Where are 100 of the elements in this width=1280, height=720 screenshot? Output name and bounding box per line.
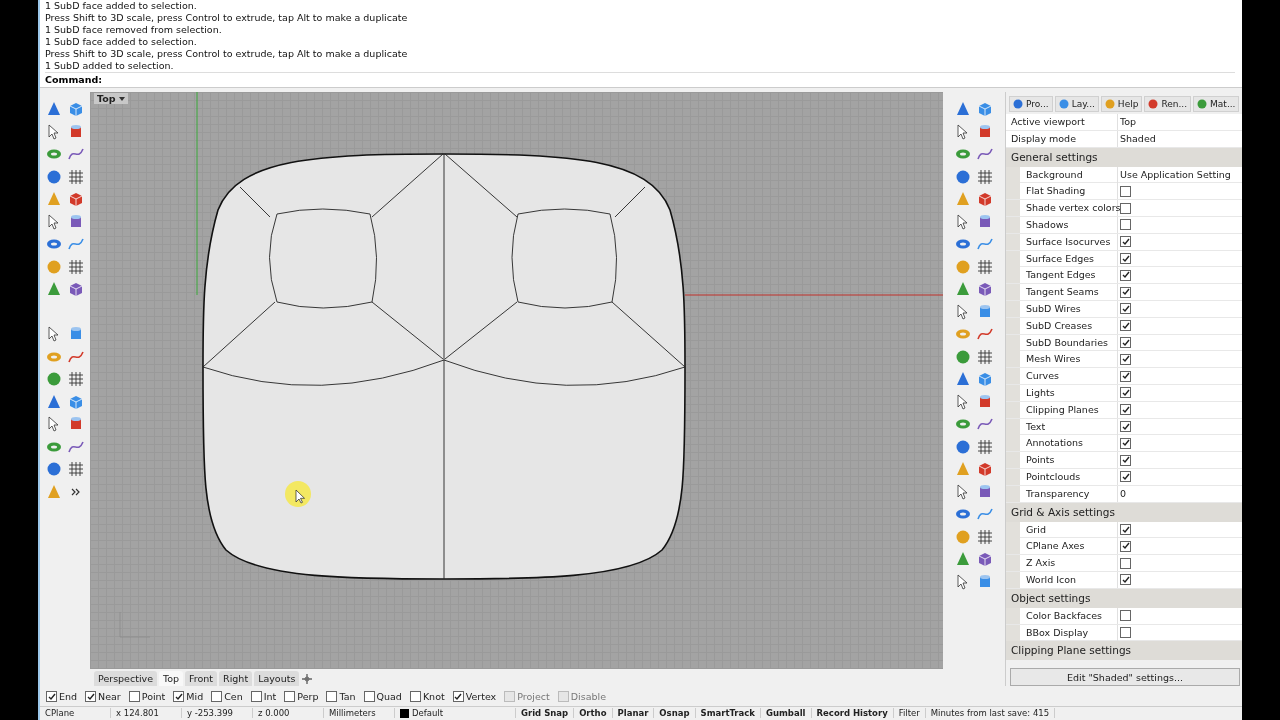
- grid-icon[interactable]: [976, 347, 994, 366]
- checkbox[interactable]: [1120, 353, 1131, 365]
- layer-name: Default: [412, 708, 444, 719]
- panel-tab[interactable]: Lay...: [1054, 96, 1099, 112]
- checkbox[interactable]: [128, 691, 140, 703]
- tab-icon: [1104, 99, 1115, 109]
- checkbox[interactable]: [326, 691, 338, 703]
- checkbox[interactable]: [452, 691, 464, 703]
- checkbox[interactable]: [250, 691, 262, 703]
- checkbox[interactable]: [284, 691, 296, 703]
- property-value: 0: [1119, 486, 1128, 501]
- status-toggle[interactable]: Filter: [893, 708, 926, 719]
- status-toggle[interactable]: Osnap: [654, 708, 696, 719]
- checkbox[interactable]: [1120, 471, 1131, 483]
- panel-tab[interactable]: Ren...: [1144, 96, 1192, 112]
- cube-icon[interactable]: [976, 190, 994, 209]
- viewport-tab[interactable]: Top: [159, 671, 184, 686]
- panel-tab[interactable]: Mat...: [1193, 96, 1240, 112]
- osnap-option[interactable]: Mid: [173, 691, 204, 703]
- checkbox[interactable]: [211, 691, 223, 703]
- checkbox[interactable]: [1120, 627, 1131, 638]
- grid-icon[interactable]: [67, 460, 85, 479]
- osnap-option[interactable]: Int: [250, 691, 277, 703]
- status-toggle[interactable]: SmartTrack: [695, 708, 761, 719]
- viewport-tab[interactable]: Perspective: [94, 671, 158, 686]
- checkbox[interactable]: [1120, 421, 1131, 433]
- status-toggle[interactable]: Ortho: [574, 708, 613, 719]
- cube-icon[interactable]: [976, 550, 994, 569]
- units-label[interactable]: Millimeters: [324, 708, 395, 719]
- osnap-option[interactable]: Near: [85, 691, 121, 703]
- property-label: Surface Isocurves: [1006, 233, 1118, 250]
- checkbox[interactable]: [1120, 286, 1131, 298]
- edit-settings-button[interactable]: Edit "Shaded" settings...: [1010, 668, 1240, 687]
- osnap-option[interactable]: Point: [128, 691, 166, 703]
- layer-label[interactable]: Default: [395, 708, 516, 719]
- tab-icon: [1197, 99, 1208, 109]
- grid-icon[interactable]: [67, 257, 85, 276]
- cube-icon[interactable]: [976, 280, 994, 299]
- viewport-tab[interactable]: Right: [219, 671, 253, 686]
- checkbox[interactable]: [173, 691, 185, 703]
- checkbox[interactable]: [1120, 185, 1131, 197]
- section-header[interactable]: Clipping Plane settings: [1006, 641, 1243, 661]
- checkbox[interactable]: [1120, 320, 1131, 332]
- checkbox[interactable]: [1120, 524, 1131, 536]
- tab-icon: [1148, 99, 1159, 109]
- checkbox[interactable]: [1120, 387, 1131, 399]
- status-toggle[interactable]: Record History: [811, 708, 894, 719]
- checkbox[interactable]: [1120, 574, 1131, 586]
- checkbox[interactable]: [1120, 202, 1131, 214]
- viewport-tab[interactable]: Layouts: [254, 671, 300, 686]
- osnap-option[interactable]: Cen: [211, 691, 243, 703]
- grid-icon[interactable]: [67, 370, 85, 389]
- checkbox[interactable]: [409, 691, 421, 703]
- osnap-option[interactable]: Perp: [284, 691, 319, 703]
- cube-icon[interactable]: [67, 100, 85, 119]
- checkbox[interactable]: [1120, 437, 1131, 449]
- checkbox[interactable]: [1120, 404, 1131, 416]
- checkbox[interactable]: [1120, 370, 1131, 382]
- cplane-label[interactable]: CPlane: [40, 708, 111, 719]
- grid-icon[interactable]: [976, 527, 994, 546]
- grid-icon[interactable]: [976, 257, 994, 276]
- status-toggle[interactable]: Gumball: [761, 708, 812, 719]
- panel-tab[interactable]: Help: [1100, 96, 1143, 112]
- viewport-tab[interactable]: Front: [185, 671, 218, 686]
- checkbox[interactable]: [1120, 540, 1131, 552]
- status-message: Minutes from last save: 415: [925, 708, 1056, 719]
- grid-icon[interactable]: [976, 437, 994, 456]
- checkbox[interactable]: [85, 691, 97, 703]
- panel-tab[interactable]: Pro...: [1009, 96, 1053, 112]
- checkbox[interactable]: [1120, 236, 1131, 248]
- osnap-option[interactable]: Vertex: [452, 691, 497, 703]
- grid-icon[interactable]: [67, 167, 85, 186]
- osnap-option[interactable]: End: [46, 691, 78, 703]
- cube-icon[interactable]: [67, 190, 85, 209]
- checkbox[interactable]: [1120, 454, 1131, 466]
- add-icon[interactable]: [301, 672, 314, 685]
- cube-icon[interactable]: [976, 460, 994, 479]
- checkbox[interactable]: [1120, 557, 1131, 569]
- osnap-option[interactable]: Tan: [326, 691, 356, 703]
- osnap-option[interactable]: Quad: [363, 691, 402, 703]
- cursor-highlight: [285, 481, 311, 507]
- viewport[interactable]: Top: [90, 92, 943, 669]
- cube-icon[interactable]: [976, 370, 994, 389]
- checkbox[interactable]: [1120, 337, 1131, 349]
- checkbox[interactable]: [46, 691, 57, 703]
- cube-icon[interactable]: [976, 100, 994, 119]
- checkbox[interactable]: [1120, 610, 1131, 622]
- checkbox[interactable]: [1120, 269, 1131, 281]
- property-label: CPlane Axes: [1006, 538, 1118, 555]
- grid-icon[interactable]: [976, 167, 994, 186]
- osnap-option[interactable]: Knot: [409, 691, 445, 703]
- viewport-title[interactable]: Top: [94, 93, 128, 104]
- status-toggle[interactable]: Grid Snap: [516, 708, 575, 719]
- checkbox[interactable]: [363, 691, 375, 703]
- command-prompt[interactable]: Command:: [45, 72, 1235, 87]
- checkbox[interactable]: [1120, 303, 1131, 315]
- checkbox[interactable]: [1120, 253, 1131, 265]
- cube-icon[interactable]: [67, 280, 85, 299]
- status-toggle[interactable]: Planar: [612, 708, 655, 719]
- checkbox[interactable]: [1120, 219, 1131, 231]
